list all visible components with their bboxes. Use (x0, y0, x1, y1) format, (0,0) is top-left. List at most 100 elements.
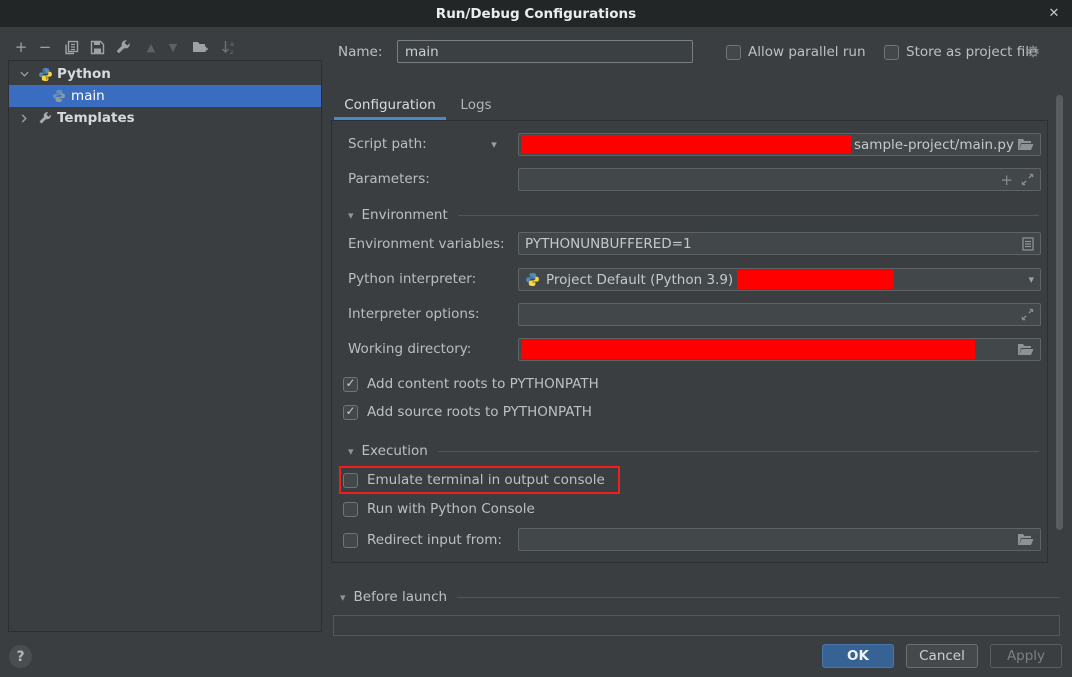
tab-configuration[interactable]: Configuration (334, 92, 446, 118)
close-icon[interactable]: ✕ (1045, 4, 1063, 22)
sort-alphabetically-icon[interactable]: az (219, 38, 237, 56)
redaction-box (521, 135, 851, 154)
python-icon (525, 272, 540, 287)
run-with-python-console-checkbox[interactable]: Run with Python Console (343, 500, 535, 518)
dialog-title: Run/Debug Configurations (436, 6, 636, 22)
script-path-dropdown-icon[interactable]: ▾ (482, 132, 506, 156)
emulate-terminal-checkbox[interactable]: Emulate terminal in output console (343, 471, 605, 489)
parameters-input[interactable]: + (518, 168, 1041, 191)
redaction-box (737, 270, 894, 289)
name-input[interactable]: main (397, 40, 693, 63)
tree-item-label: main (71, 88, 105, 104)
add-content-roots-checkbox[interactable]: ✓ Add content roots to PYTHONPATH (343, 375, 599, 393)
parameters-label: Parameters: (348, 167, 430, 191)
chevron-right-icon[interactable] (17, 111, 31, 125)
before-launch-section-label: Before launch (354, 589, 448, 605)
environment-variables-input[interactable]: PYTHONUNBUFFERED=1 (518, 232, 1041, 255)
redirect-input-checkbox[interactable]: Redirect input from: (343, 531, 502, 549)
working-directory-input[interactable] (518, 338, 1041, 361)
interpreter-options-label: Interpreter options: (348, 302, 480, 326)
add-content-roots-label: Add content roots to PYTHONPATH (367, 376, 599, 392)
before-launch-task-list (333, 615, 1060, 636)
tree-item-templates[interactable]: Templates (9, 107, 321, 129)
interpreter-options-input[interactable] (518, 303, 1041, 326)
move-down-icon[interactable]: ▼ (164, 38, 182, 56)
folder-browse-icon[interactable] (1017, 138, 1034, 151)
title-bar: Run/Debug Configurations ✕ (0, 0, 1072, 27)
environment-section-header[interactable]: ▾ Environment (348, 206, 1039, 224)
gear-icon[interactable]: ⚙ (1026, 42, 1040, 61)
add-configuration-icon[interactable]: + (12, 38, 30, 56)
run-with-python-console-label: Run with Python Console (367, 501, 535, 517)
edit-templates-icon[interactable] (114, 38, 132, 56)
collapse-triangle-icon[interactable]: ▾ (340, 591, 346, 604)
tree-item-label: Python (57, 66, 111, 82)
browse-variables-icon[interactable] (1022, 237, 1034, 251)
wrench-icon (37, 110, 53, 126)
python-interpreter-label: Python interpreter: (348, 267, 476, 291)
configurations-tree: Python main Templates (8, 60, 322, 632)
expand-field-icon[interactable] (1021, 308, 1034, 321)
cancel-button[interactable]: Cancel (906, 644, 978, 668)
checkbox-icon[interactable] (884, 45, 899, 60)
remove-configuration-icon[interactable]: − (36, 38, 54, 56)
checkbox-icon[interactable] (343, 473, 358, 488)
checkbox-checked-icon[interactable]: ✓ (343, 377, 358, 392)
redirect-input-label: Redirect input from: (367, 532, 502, 548)
section-divider (458, 215, 1039, 216)
redaction-box (521, 340, 975, 359)
dropdown-chevron-icon[interactable]: ▾ (1028, 273, 1034, 286)
checkbox-icon[interactable] (726, 45, 741, 60)
script-path-label: Script path: (348, 132, 427, 156)
script-path-value: sample-project/main.py (854, 137, 1014, 153)
ok-button[interactable]: OK (822, 644, 894, 668)
section-divider (438, 451, 1039, 452)
working-directory-label: Working directory: (348, 337, 471, 361)
store-as-project-file-label: Store as project file (906, 44, 1037, 60)
vertical-scrollbar[interactable] (1056, 95, 1063, 530)
collapse-triangle-icon[interactable]: ▾ (348, 445, 354, 458)
add-source-roots-label: Add source roots to PYTHONPATH (367, 404, 592, 420)
before-launch-section-header[interactable]: ▾ Before launch (340, 588, 1060, 606)
python-interpreter-value: Project Default (Python 3.9) (546, 272, 733, 288)
add-macro-icon[interactable]: + (1000, 171, 1013, 189)
copy-configuration-icon[interactable] (62, 38, 80, 56)
tree-item-main[interactable]: main (9, 85, 321, 107)
store-as-project-file-checkbox[interactable]: Store as project file (884, 44, 1037, 60)
python-icon (37, 66, 53, 82)
tree-item-label: Templates (57, 110, 135, 126)
checkbox-icon[interactable] (343, 533, 358, 548)
execution-section-label: Execution (362, 443, 428, 459)
tab-label: Configuration (344, 97, 436, 113)
allow-parallel-run-label: Allow parallel run (748, 44, 866, 60)
script-path-input[interactable]: sample-project/main.py (518, 133, 1041, 156)
folder-browse-icon[interactable] (1017, 343, 1034, 356)
checkbox-checked-icon[interactable]: ✓ (343, 405, 358, 420)
section-divider (457, 597, 1060, 598)
collapse-triangle-icon[interactable]: ▾ (348, 209, 354, 222)
folder-browse-icon[interactable] (1017, 533, 1034, 546)
apply-button[interactable]: Apply (990, 644, 1062, 668)
execution-section-header[interactable]: ▾ Execution (348, 442, 1039, 460)
chevron-down-icon[interactable] (17, 67, 31, 81)
help-button[interactable]: ? (9, 645, 32, 668)
tree-item-python[interactable]: Python (9, 63, 321, 85)
tab-logs[interactable]: Logs (448, 92, 504, 118)
move-up-icon[interactable]: ▲ (142, 38, 160, 56)
environment-variables-value: PYTHONUNBUFFERED=1 (525, 236, 692, 252)
expand-field-icon[interactable] (1021, 173, 1034, 186)
emulate-terminal-label: Emulate terminal in output console (367, 472, 605, 488)
svg-text:a: a (230, 40, 234, 48)
tab-label: Logs (460, 97, 491, 113)
save-configuration-icon[interactable] (88, 38, 106, 56)
environment-section-label: Environment (362, 207, 448, 223)
configuration-form: Script path: ▾ sample-project/main.py Pa… (331, 120, 1048, 563)
allow-parallel-run-checkbox[interactable]: Allow parallel run (726, 44, 866, 60)
checkbox-icon[interactable] (343, 502, 358, 517)
svg-text:z: z (230, 48, 234, 55)
python-interpreter-select[interactable]: Project Default (Python 3.9) ▾ (518, 268, 1041, 291)
redirect-input-file-input[interactable] (518, 528, 1041, 551)
run-debug-configurations-dialog: Run/Debug Configurations ✕ + − ▲ ▼ az (0, 0, 1072, 677)
new-folder-icon[interactable] (191, 38, 209, 56)
add-source-roots-checkbox[interactable]: ✓ Add source roots to PYTHONPATH (343, 403, 592, 421)
